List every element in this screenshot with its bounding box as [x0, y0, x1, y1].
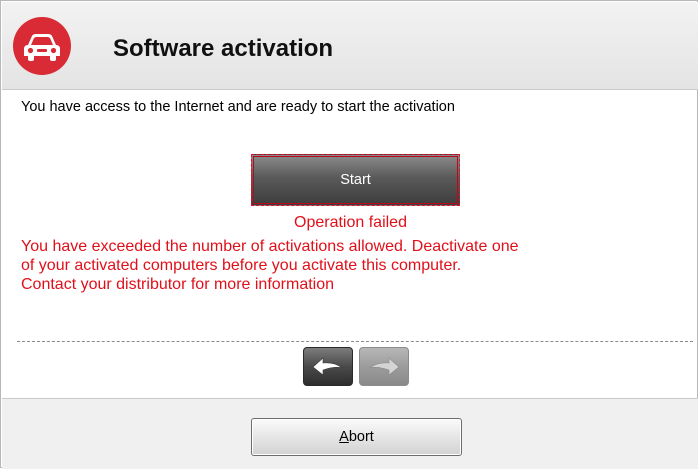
abort-label: bort [348, 429, 374, 445]
error-line: Contact your distributor for more inform… [21, 276, 335, 293]
error-title: Operation failed [294, 214, 407, 231]
back-arrow-icon [312, 357, 343, 376]
intro-text: You have access to the Internet and are … [21, 99, 455, 115]
error-line: of your activated computers before you a… [21, 257, 462, 274]
activation-window: Software activation You have access to t… [0, 0, 698, 469]
divider [17, 341, 693, 342]
error-message: You have exceeded the number of activati… [21, 237, 691, 294]
start-button[interactable]: Start [251, 154, 460, 206]
abort-mnemonic: A [339, 429, 349, 445]
forward-arrow-icon [369, 357, 400, 376]
car-icon [13, 17, 71, 75]
abort-button[interactable]: Abort [251, 418, 462, 456]
page-title: Software activation [113, 35, 334, 62]
header-bar: Software activation [2, 2, 698, 90]
back-button[interactable] [303, 347, 353, 386]
footer-bar: Abort [2, 398, 698, 469]
error-line: You have exceeded the number of activati… [21, 238, 519, 255]
forward-button[interactable] [359, 347, 409, 386]
